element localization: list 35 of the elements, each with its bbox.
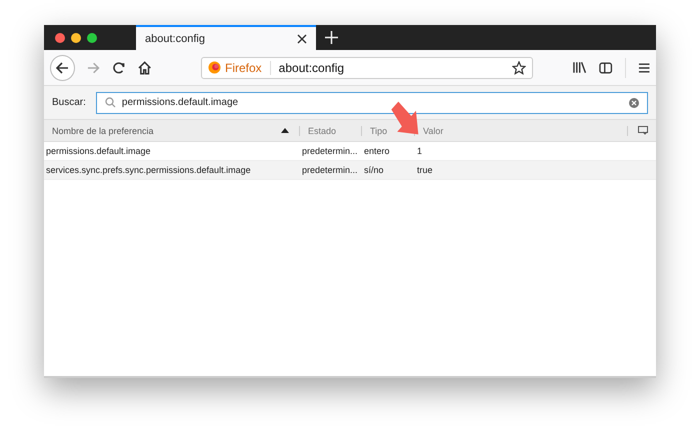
- address-bar[interactable]: Firefox about:config: [200, 56, 533, 78]
- zoom-window-icon[interactable]: [87, 32, 97, 42]
- menu-icon[interactable]: [638, 62, 650, 74]
- close-icon[interactable]: [297, 34, 307, 44]
- column-header[interactable]: Valor: [423, 126, 444, 136]
- url-text: about:config: [278, 60, 346, 74]
- browser-tab[interactable]: about:config: [136, 25, 316, 50]
- column-header[interactable]: Nombre de la preferencia: [52, 126, 154, 136]
- star-icon[interactable]: [512, 60, 526, 74]
- table-cell-text: permissions.default.image: [45, 146, 152, 156]
- identity-label: Firefox: [224, 60, 271, 74]
- library-icon[interactable]: [572, 61, 588, 74]
- close-window-icon[interactable]: [55, 32, 65, 42]
- table-cell-text: predetermin...: [301, 165, 359, 175]
- column-header[interactable]: Tipo: [370, 126, 388, 136]
- back-icon: [55, 60, 70, 74]
- table-cell-text: 1: [416, 146, 424, 156]
- back-button[interactable]: [50, 54, 75, 80]
- column-picker-icon[interactable]: [638, 126, 648, 135]
- clear-icon[interactable]: [629, 98, 639, 108]
- table-cell-text: entero: [363, 146, 391, 156]
- search-icon: [104, 97, 116, 108]
- home-icon[interactable]: [138, 60, 151, 74]
- sidebar-icon[interactable]: [599, 62, 613, 74]
- search-field[interactable]: permissions.default.image: [96, 92, 648, 114]
- sort-ascending-icon: [281, 128, 289, 133]
- table-cell-text: true: [416, 165, 434, 175]
- table-cell-text: predetermin...: [301, 146, 359, 156]
- column-header[interactable]: Estado: [308, 126, 336, 136]
- table-cell-text: sí/no: [363, 165, 385, 175]
- reload-icon[interactable]: [112, 60, 126, 74]
- new-tab-icon[interactable]: [325, 31, 338, 44]
- minimize-window-icon[interactable]: [71, 32, 81, 42]
- search-label: Buscar:: [52, 97, 86, 108]
- table-cell-text: services.sync.prefs.sync.permissions.default.image: [45, 165, 252, 175]
